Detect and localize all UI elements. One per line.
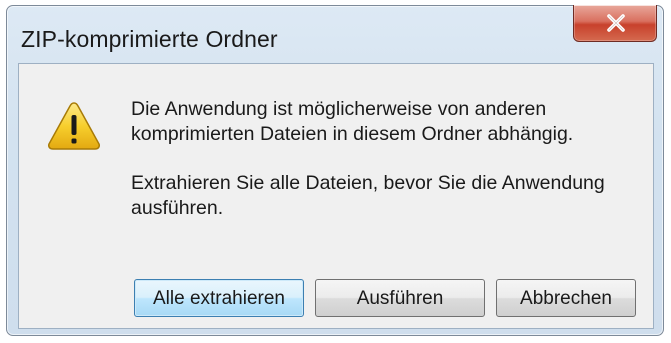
- cancel-button[interactable]: Abbrechen: [496, 279, 636, 317]
- run-button[interactable]: Ausführen: [315, 279, 485, 317]
- extract-all-button[interactable]: Alle extrahieren: [134, 279, 304, 317]
- title-bar[interactable]: ZIP-komprimierte Ordner: [7, 5, 663, 64]
- message-dependency: Die Anwendung ist möglicherweise von and…: [131, 98, 574, 145]
- close-icon: [607, 14, 625, 32]
- window-title: ZIP-komprimierte Ordner: [21, 26, 278, 52]
- message-instruction: Extrahieren Sie alle Dateien, bevor Sie …: [131, 172, 605, 219]
- close-button[interactable]: [573, 5, 657, 42]
- dialog-content: Die Anwendung ist möglicherweise von and…: [18, 63, 654, 329]
- dialog-window: ZIP-komprimierte Ordner Die Anwendung is…: [6, 5, 664, 336]
- warning-icon: [48, 102, 100, 150]
